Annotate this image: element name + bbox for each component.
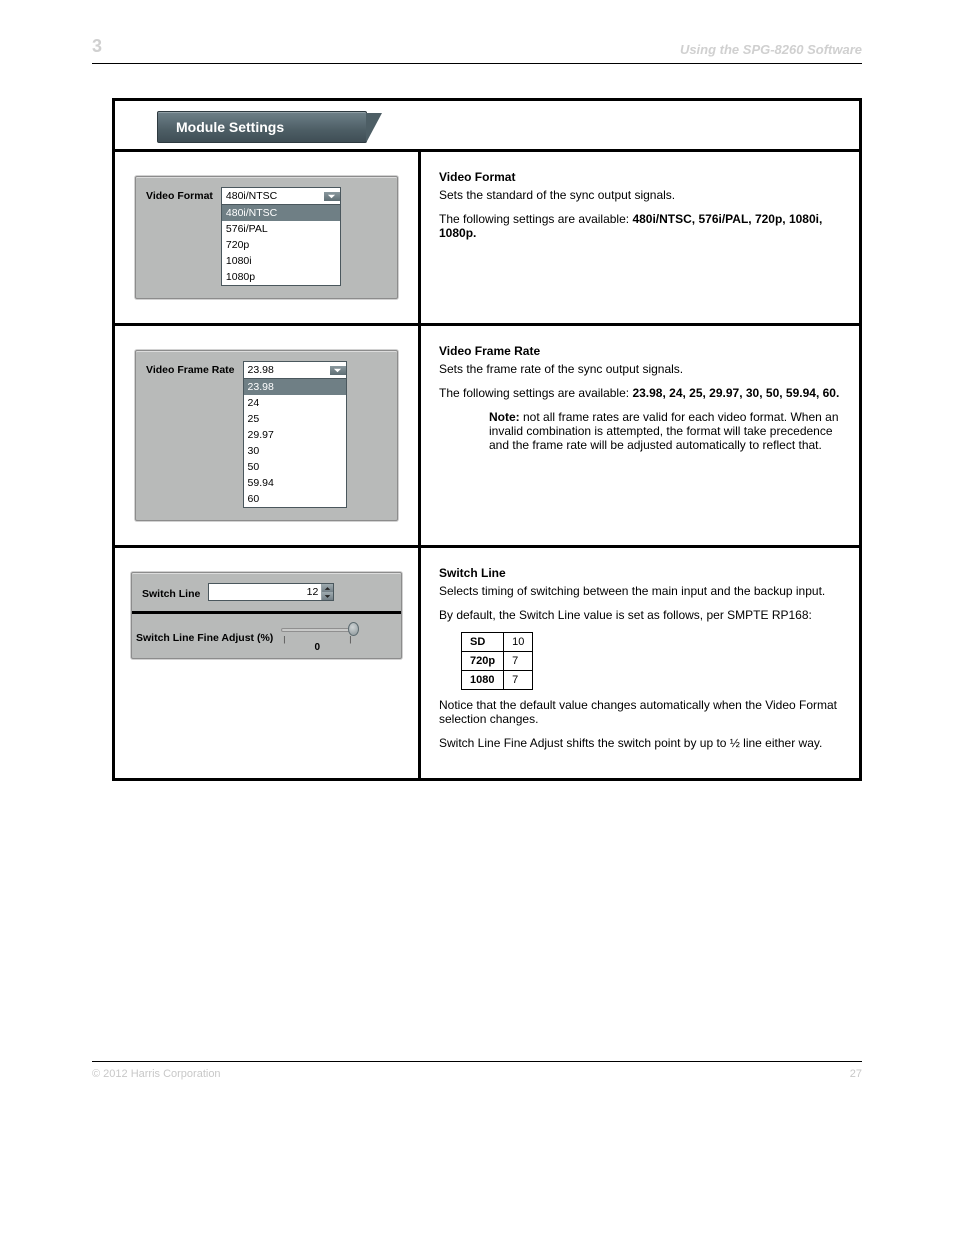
switch-line-fine-adjust-slider[interactable]: || 0	[281, 624, 353, 648]
switch-line-desc-title: Switch Line	[439, 566, 841, 580]
table-row: 10807	[462, 671, 533, 690]
video-format-label: Video Format	[146, 187, 213, 202]
settings-table: Module Settings Video Format 480i/NTSC	[112, 98, 862, 781]
video-frame-rate-desc-title: Video Frame Rate	[439, 344, 841, 358]
switch-line-desc-p1: Selects timing of switching between the …	[439, 584, 841, 598]
list-item[interactable]: 50	[244, 459, 346, 475]
switch-line-desc-p4: Switch Line Fine Adjust shifts the switc…	[439, 736, 841, 750]
video-frame-rate-desc-p1: Sets the frame rate of the sync output s…	[439, 362, 841, 376]
video-frame-rate-desc-p2: The following settings are available: 23…	[439, 386, 841, 400]
footer-copyright: © 2012 Harris Corporation	[92, 1068, 221, 1080]
arrow-up-icon[interactable]	[322, 584, 333, 592]
row-video-format: Video Format 480i/NTSC 480i/NTSC 576i/PA…	[115, 152, 859, 326]
list-item[interactable]: 30	[244, 443, 346, 459]
video-format-desc-p2: The following settings are available: 48…	[439, 212, 841, 240]
row-switch-line: Switch Line 12 Switch Line Fine Adj	[115, 548, 859, 778]
video-format-selected: 480i/NTSC	[222, 190, 324, 202]
video-frame-rate-label: Video Frame Rate	[146, 361, 235, 376]
switch-line-table: SD10 720p7 10807	[461, 632, 533, 690]
list-item[interactable]: 720p	[222, 237, 340, 253]
video-format-desc-title: Video Format	[439, 170, 841, 184]
video-frame-rate-listbox[interactable]: 23.98 24 25 29.97 30 50 59.94 60	[243, 379, 347, 508]
switch-line-desc-p3: Notice that the default value changes au…	[439, 698, 841, 726]
table-row: SD10	[462, 633, 533, 652]
list-item[interactable]: 1080i	[222, 253, 340, 269]
list-item[interactable]: 59.94	[244, 475, 346, 491]
list-item[interactable]: 29.97	[244, 427, 346, 443]
chevron-down-icon[interactable]	[324, 192, 340, 201]
switch-line-label: Switch Line	[142, 585, 200, 600]
list-item[interactable]: 24	[244, 395, 346, 411]
list-item[interactable]: 60	[244, 491, 346, 507]
switch-line-fine-adjust-label: Switch Line Fine Adjust (%)	[136, 624, 273, 644]
switch-line-value: 12	[209, 584, 321, 600]
list-item[interactable]: 23.98	[244, 379, 346, 395]
video-format-listbox[interactable]: 480i/NTSC 576i/PAL 720p 1080i 1080p	[221, 205, 341, 286]
video-frame-rate-selected: 23.98	[244, 364, 330, 376]
video-format-desc-p1: Sets the standard of the sync output sig…	[439, 188, 841, 202]
chevron-down-icon[interactable]	[330, 366, 346, 375]
list-item[interactable]: 25	[244, 411, 346, 427]
arrow-down-icon[interactable]	[322, 592, 333, 600]
video-frame-rate-dropdown[interactable]: 23.98	[243, 361, 347, 379]
switch-line-desc-p2: By default, the Switch Line value is set…	[439, 608, 841, 622]
video-format-dropdown[interactable]: 480i/NTSC	[221, 187, 341, 205]
slider-thumb-icon[interactable]	[348, 622, 359, 636]
list-item[interactable]: 480i/NTSC	[222, 205, 340, 221]
switch-line-stepper[interactable]: 12	[208, 583, 334, 601]
row-video-frame-rate: Video Frame Rate 23.98 23.98 24 25	[115, 326, 859, 548]
list-item[interactable]: 576i/PAL	[222, 221, 340, 237]
table-row: 720p7	[462, 652, 533, 671]
chapter-number: 3	[92, 36, 102, 57]
module-settings-tab-label: Module Settings	[176, 119, 284, 135]
footer-page-number: 27	[850, 1068, 862, 1080]
video-frame-rate-note: Note: not all frame rates are valid for …	[489, 410, 841, 452]
switch-line-fine-adjust-value: 0	[281, 642, 353, 653]
page-title: Using the SPG-8260 Software	[680, 42, 862, 57]
module-settings-tab[interactable]: Module Settings	[157, 111, 367, 143]
list-item[interactable]: 1080p	[222, 269, 340, 285]
